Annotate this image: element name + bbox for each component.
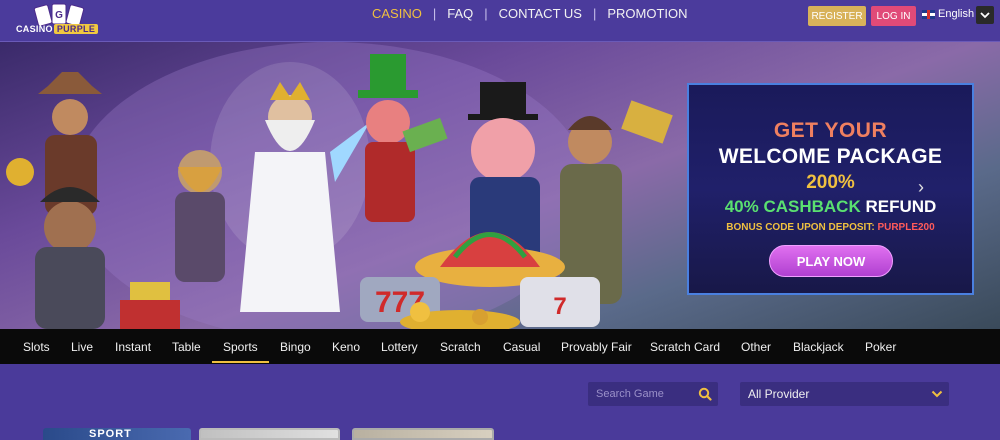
language-label: English — [938, 8, 975, 20]
top-header: G CASINO PURPLE CASINO | FAQ | CONTACT US… — [0, 0, 1000, 42]
logo-wordmark: CASINO PURPLE — [16, 24, 99, 34]
category-poker[interactable]: Poker — [865, 340, 896, 354]
category-provably-fair[interactable]: Provably Fair — [561, 340, 632, 354]
nav-casino[interactable]: CASINO — [372, 6, 422, 21]
chevron-down-icon — [980, 12, 990, 19]
hero-banner[interactable]: 777 7 GET YOUR WELCOME PACKAGE 200% 40% … — [0, 42, 1000, 329]
nav-promotion[interactable]: PROMOTION — [607, 6, 687, 21]
welcome-promo-panel: GET YOUR WELCOME PACKAGE 200% 40% CASHBA… — [687, 83, 974, 295]
nav-divider: | — [432, 6, 437, 21]
category-keno[interactable]: Keno — [332, 340, 360, 354]
carousel-next-icon[interactable]: › — [918, 177, 924, 198]
playing-cards-icon: G — [33, 3, 85, 26]
promo-package-title: WELCOME PACKAGE — [718, 145, 943, 168]
promo-cashback-suffix: REFUND — [860, 197, 937, 216]
logo-brand-top: CASINO — [16, 24, 53, 34]
svg-text:G: G — [55, 10, 63, 21]
language-dropdown-toggle[interactable] — [976, 6, 994, 24]
nav-divider: | — [484, 6, 488, 21]
provider-select[interactable]: All Provider — [740, 382, 949, 406]
promo-percentage: 200% — [806, 172, 855, 193]
nav-contact-us[interactable]: CONTACT US — [499, 6, 582, 21]
search-icon[interactable] — [698, 387, 712, 401]
svg-text:7: 7 — [553, 293, 566, 320]
promo-headline: GET YOUR — [773, 119, 888, 142]
promo-code-value: PURPLE200 — [877, 222, 935, 233]
nav-faq[interactable]: FAQ — [447, 6, 473, 21]
chevron-down-icon[interactable] — [931, 388, 943, 400]
promo-code-prefix: BONUS CODE UPON DEPOSIT: — [726, 222, 878, 233]
category-bingo[interactable]: Bingo — [280, 340, 311, 354]
category-scratch[interactable]: Scratch — [440, 340, 481, 354]
login-button[interactable]: LOG IN — [871, 6, 916, 26]
game-category-bar: Slots Live Instant Table Sports Bingo Ke… — [0, 329, 1000, 364]
promo-bonus-code: BONUS CODE UPON DEPOSIT: PURPLE200 — [689, 222, 972, 233]
category-live[interactable]: Live — [71, 340, 93, 354]
language-selector[interactable]: English — [922, 8, 974, 20]
category-lottery[interactable]: Lottery — [381, 340, 418, 354]
casino-purple-logo[interactable]: G CASINO PURPLE — [16, 2, 104, 40]
slot-characters-illustration: 777 7 — [6, 42, 673, 329]
category-other[interactable]: Other — [741, 340, 771, 354]
logo-brand-accent: PURPLE — [53, 24, 99, 34]
promo-cashback-value: 40% CASHBACK — [724, 197, 861, 216]
category-scratch-card[interactable]: Scratch Card — [650, 340, 720, 354]
category-blackjack[interactable]: Blackjack — [793, 340, 844, 354]
game-thumbnail[interactable] — [199, 428, 340, 440]
category-slots[interactable]: Slots — [23, 340, 50, 354]
register-button[interactable]: REGISTER — [808, 6, 866, 26]
search-game-input[interactable] — [588, 382, 696, 406]
category-instant[interactable]: Instant — [115, 340, 151, 354]
main-nav: CASINO | FAQ | CONTACT US | PROMOTION — [372, 6, 688, 21]
category-casual[interactable]: Casual — [503, 340, 540, 354]
category-sports[interactable]: Sports — [212, 340, 269, 363]
uk-flag-icon — [922, 9, 935, 19]
category-table[interactable]: Table — [172, 340, 201, 354]
promo-cashback: 40% CASHBACK REFUND — [689, 197, 972, 217]
search-game-box — [588, 382, 718, 406]
game-thumbnail[interactable]: SPORT — [43, 428, 191, 440]
nav-divider: | — [592, 6, 597, 21]
game-thumbnail-title: SPORT — [89, 428, 132, 440]
play-now-button[interactable]: PLAY NOW — [769, 245, 893, 277]
game-thumbnail[interactable] — [352, 428, 494, 440]
